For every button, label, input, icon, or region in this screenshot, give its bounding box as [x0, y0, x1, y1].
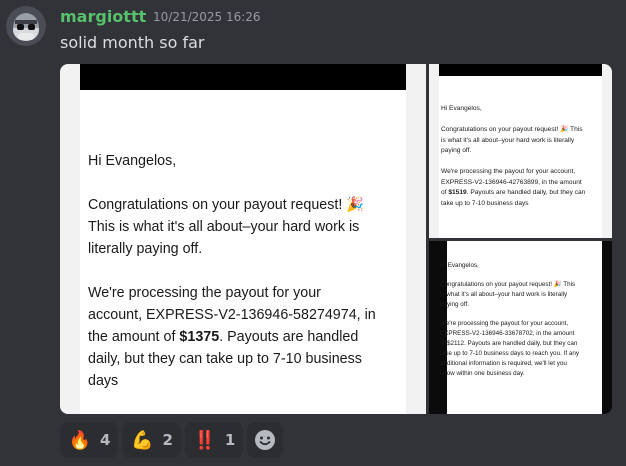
image-gallery: Hi Evangelos, Congratulations on your pa…	[60, 64, 612, 414]
email-congrats: Congratulations on your payout request! …	[440, 281, 576, 308]
reaction-bar: 🔥 4 💪 2 ‼️ 1	[60, 422, 284, 458]
fire-icon: 🔥	[68, 429, 92, 451]
email-congrats: Congratulations on your payout request! …	[441, 126, 583, 154]
reaction-double-exclamation[interactable]: ‼️ 1	[184, 422, 244, 458]
avatar[interactable]	[6, 6, 46, 46]
attachment-image-1[interactable]: Hi Evangelos, Congratulations on your pa…	[60, 64, 426, 414]
email-header-bar	[439, 64, 602, 76]
attachment-image-2[interactable]: Hi Evangelos, Congratulations on your pa…	[429, 64, 612, 238]
email-congrats: Congratulations on your payout request! …	[88, 197, 365, 257]
helmet-avatar-icon	[6, 6, 46, 46]
reaction-count: 1	[224, 431, 236, 449]
email-content: Hi Evangelos, Congratulations on your pa…	[88, 150, 378, 414]
email-processing: We're processing the payout for your acc…	[440, 320, 579, 377]
payout-amount: $1375	[179, 329, 220, 345]
email-header-bar	[80, 64, 406, 90]
payout-amount: $1519	[448, 189, 467, 196]
email-greeting: Hi Evangelos,	[88, 153, 177, 169]
message-timestamp: 10/21/2025 16:26	[153, 10, 261, 24]
email-processing: We're processing the payout for your acc…	[441, 168, 586, 207]
email-processing: We're processing the payout for your acc…	[88, 285, 376, 389]
reaction-flexed-biceps[interactable]: 💪 2	[122, 422, 181, 458]
reaction-count: 2	[162, 431, 173, 449]
reaction-fire[interactable]: 🔥 4	[60, 422, 119, 458]
email-greeting: Hi Evangelos,	[441, 105, 482, 112]
smiley-add-reaction-icon	[255, 430, 276, 450]
message-text: solid month so far	[60, 33, 205, 52]
email-content: Hi Evangelos, Congratulations on your pa…	[441, 104, 589, 220]
email-greeting: Hi Evangelos,	[440, 262, 479, 269]
username[interactable]: margiottt	[60, 7, 146, 26]
chat-message: margiottt 10/21/2025 16:26 solid month s…	[0, 0, 626, 466]
attachment-image-3[interactable]: Hi Evangelos, Congratulations on your pa…	[429, 241, 612, 414]
email-content: Hi Evangelos, Congratulations on your pa…	[440, 261, 580, 388]
payout-amount: $2112	[447, 340, 465, 347]
flexed-biceps-icon: 💪	[131, 429, 154, 451]
double-exclamation-icon: ‼️	[193, 429, 217, 451]
add-reaction-button[interactable]	[247, 422, 284, 458]
reaction-count: 4	[100, 431, 111, 449]
